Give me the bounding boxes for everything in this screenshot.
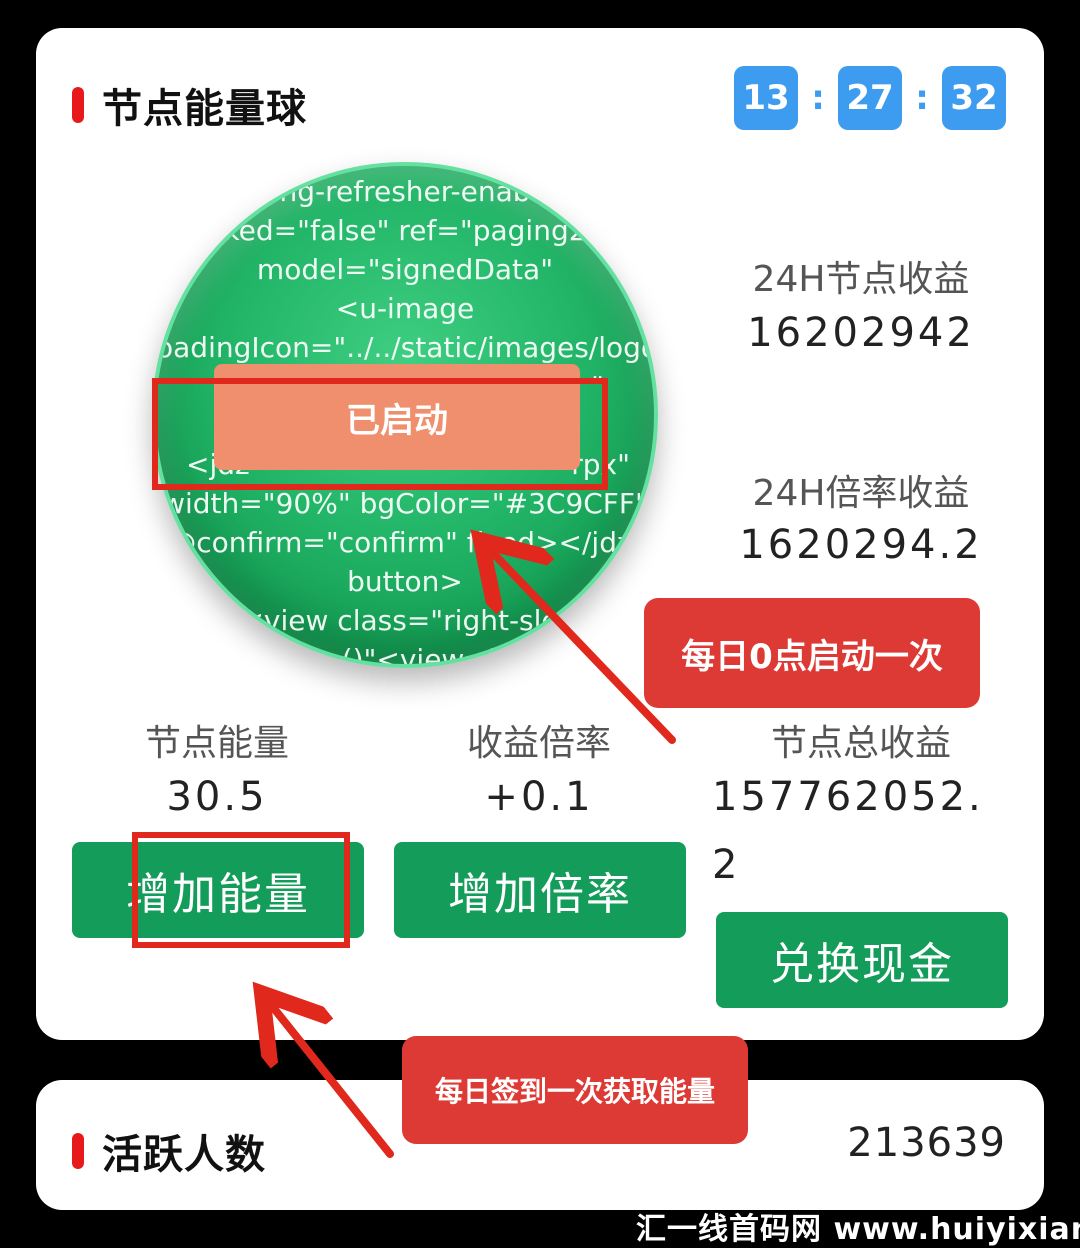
card-title: 节点能量球 <box>102 86 307 132</box>
countdown-timer: 13 : 27 : 32 <box>734 66 1006 130</box>
stat-value-total-income: 157762052. <box>712 774 984 820</box>
stat-value-24h-node: 16202942 <box>747 310 975 356</box>
stat-label-total-income: 节点总收益 <box>770 723 951 764</box>
add-rate-button[interactable]: 增加倍率 <box>394 842 686 938</box>
exchange-cash-button[interactable]: 兑换现金 <box>716 912 1008 1008</box>
active-users-count: 213639 <box>847 1120 1006 1166</box>
title-accent-bar <box>72 87 84 123</box>
code-line: oto()"<view cla <box>296 643 514 668</box>
code-line: oadingIcon="../../static/images/logoB <box>156 331 658 364</box>
code-line: button> <box>347 565 463 598</box>
stat-label-24h-rate: 24H倍率收益 <box>752 473 970 514</box>
card-title: 活跃人数 <box>102 1132 266 1178</box>
card-header: 节点能量球 <box>72 76 307 134</box>
code-line: <view class="right-slot <box>240 604 570 637</box>
highlight-frame-start <box>152 378 608 490</box>
timer-separator: : <box>811 78 825 118</box>
highlight-frame-energy <box>132 832 350 948</box>
stat-label-node-energy: 节点能量 <box>144 723 289 764</box>
node-energy-card: 节点能量球 13 : 27 : 32 ng-refresher-enab ked… <box>36 28 1044 1040</box>
stat-value-node-energy: 30.5 <box>166 774 268 820</box>
timer-separator: : <box>915 78 929 118</box>
callout-daily-start: 每日0点启动一次 <box>644 598 980 708</box>
code-line: ng-refresher-enab <box>279 175 531 208</box>
code-line: @confirm="confirm" fixed></jdz- <box>168 526 642 559</box>
code-line: model="signedData" <box>256 253 554 286</box>
title-accent-bar <box>72 1133 84 1169</box>
card-header: 活跃人数 <box>72 1122 266 1180</box>
timer-hours: 13 <box>734 66 798 130</box>
stat-label-income-rate: 收益倍率 <box>466 723 611 764</box>
stat-label-24h-node: 24H节点收益 <box>752 259 970 300</box>
stat-value-income-rate: +0.1 <box>484 774 594 820</box>
stat-value-total-income-cont: 2 <box>712 842 741 888</box>
watermark-text: 汇一线首码网 www.huiyixian.c <box>636 1212 1080 1247</box>
stat-value-24h-rate: 1620294.2 <box>739 522 983 568</box>
code-line: <u-image <box>335 292 475 325</box>
callout-daily-signin: 每日签到一次获取能量 <box>402 1036 748 1144</box>
timer-minutes: 27 <box>838 66 902 130</box>
timer-seconds: 32 <box>942 66 1006 130</box>
code-line: ked="false" ref="paging2 <box>223 214 587 247</box>
